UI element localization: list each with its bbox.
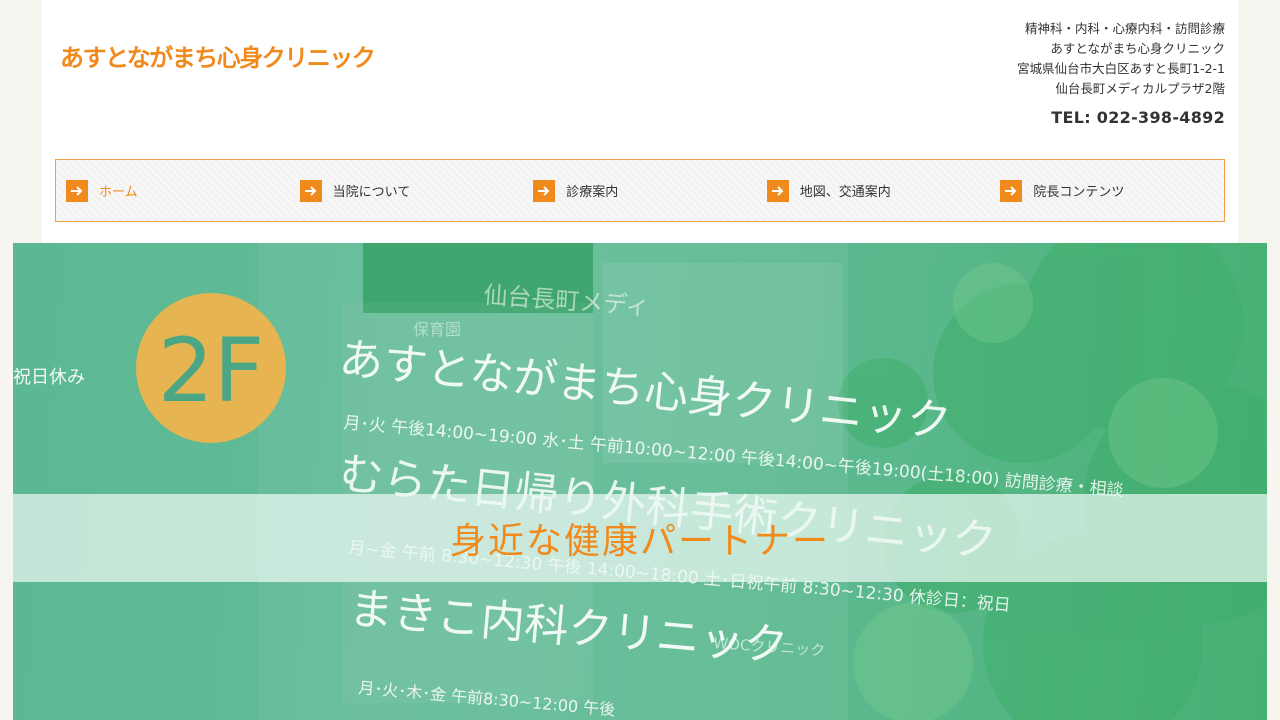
hero-tagline: 身近な健康パートナー (449, 521, 830, 562)
arrow-right-icon (1000, 179, 1023, 202)
info-line-address: 宮城県仙台市大白区あすと長町1-2-1 (1017, 61, 1225, 76)
nav-item-home[interactable]: ホーム (56, 160, 290, 221)
arrow-right-icon (533, 179, 556, 202)
sign-holiday-note: 祝日休み (13, 367, 85, 388)
arrow-right-icon (766, 179, 789, 202)
clinic-info: 精神科・内科・心療内科・訪問診療 あすとながまち心身クリニック 宮城県仙台市大白… (1017, 19, 1225, 99)
nav-item-about[interactable]: 当院について (290, 160, 524, 221)
arrow-right-icon (66, 179, 88, 202)
site-logo[interactable]: あすとながまち心身クリニック (60, 38, 376, 73)
arrow-right-icon (299, 179, 322, 202)
header-area: あすとながまち心身クリニック 精神科・内科・心療内科・訪問診療 あすとながまち心… (42, 0, 1238, 243)
main-nav: ホーム 当院について 診療案内 地図、交通案内 院長コンテンツ (55, 159, 1225, 222)
nav-label: ホーム (99, 185, 138, 200)
hero-image: 2F 祝日休み 仙台長町メディ 保育園 あすとながまち心身クリニック 月･火 午… (13, 243, 1267, 720)
nav-label: 院長コンテンツ (1033, 185, 1125, 200)
tagline-band: 身近な健康パートナー (13, 494, 1267, 582)
hero-photo: 2F 祝日休み 仙台長町メディ 保育園 あすとながまち心身クリニック 月･火 午… (13, 243, 1267, 720)
info-line-departments: 精神科・内科・心療内科・訪問診療 (1024, 21, 1225, 36)
info-line-clinic-name: あすとながまち心身クリニック (1050, 41, 1225, 56)
nav-label: 当院について (332, 185, 411, 200)
nav-item-services[interactable]: 診療案内 (523, 160, 757, 221)
info-line-building: 仙台長町メディカルプラザ2階 (1055, 81, 1225, 96)
nav-item-access[interactable]: 地図、交通案内 (757, 160, 991, 221)
floor-badge-text: 2F (158, 319, 265, 422)
sign-nursery: 保育園 (413, 320, 461, 339)
nav-item-director[interactable]: 院長コンテンツ (990, 160, 1224, 221)
nav-label: 地図、交通案内 (799, 185, 891, 200)
phone-number[interactable]: TEL: 022-398-4892 (1051, 108, 1225, 127)
nav-label: 診療案内 (566, 185, 619, 200)
